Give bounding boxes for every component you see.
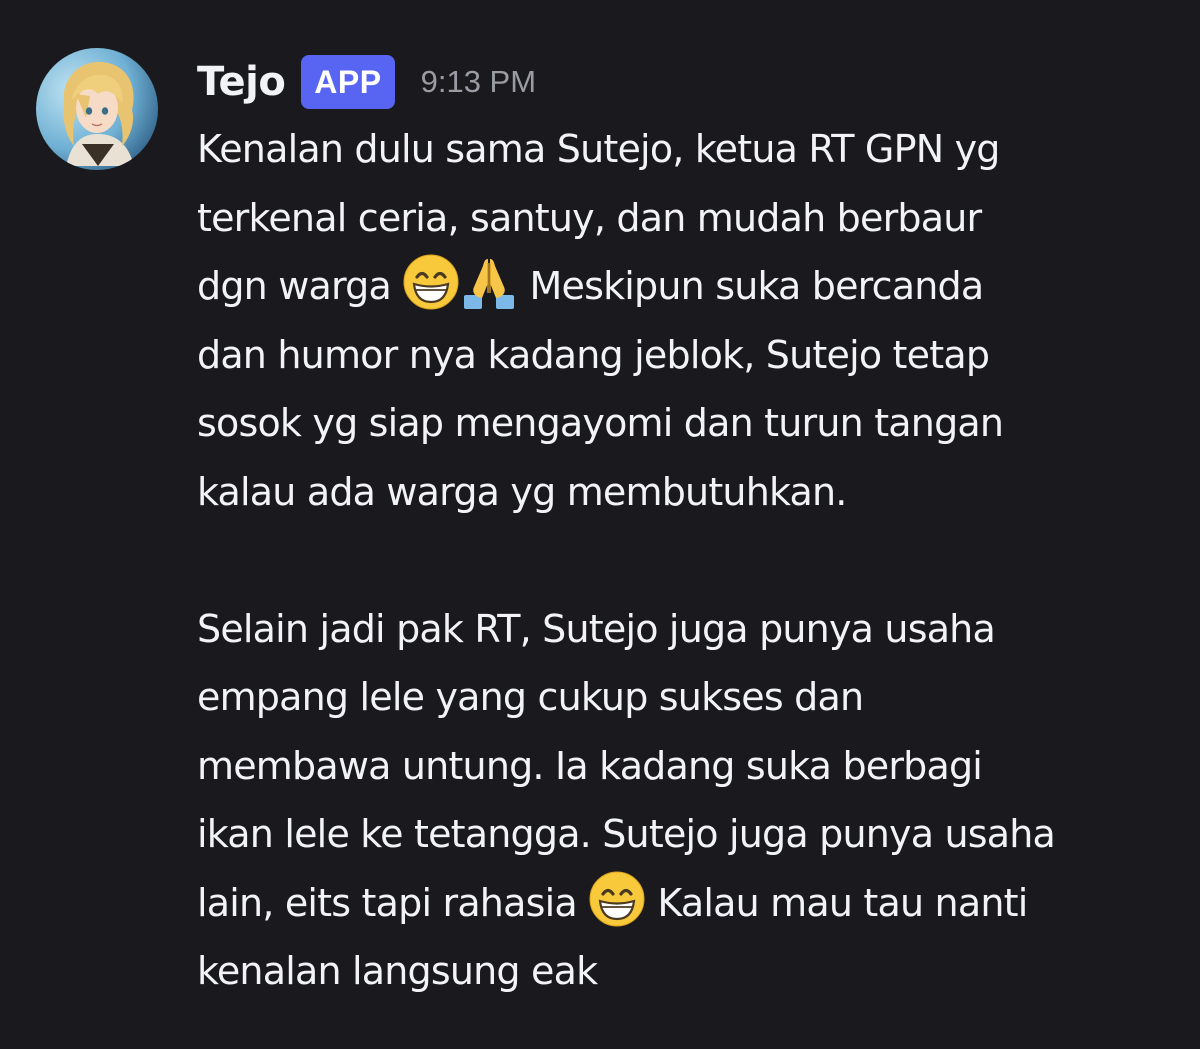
message-line: empang lele yang cukup sukses dan <box>197 675 864 719</box>
message-text: Meskipun suka bercanda <box>529 264 985 308</box>
timestamp: 9:13 PM <box>420 64 537 99</box>
message-line: lain, eits tapi rahasia Kalau mau tau na… <box>197 869 1187 938</box>
message-line: ikan lele ke tetangga. Sutejo juga punya… <box>197 812 1056 856</box>
message-line: dan humor nya kadang jeblok, Sutejo teta… <box>197 332 990 377</box>
message-line: kalau ada warga yg membutuhkan. <box>197 469 847 514</box>
message-line: Kenalan dulu sama Sutejo, ketua RT GPN y… <box>197 127 1000 171</box>
folded-hands-icon[interactable] <box>460 253 518 311</box>
message-line: terkenal ceria, santuy, dan mudah berbau… <box>197 195 982 240</box>
message-line: dgn warga Meskipun suka bercanda <box>197 252 1187 321</box>
message-text: Kalau mau tau nanti <box>657 880 1028 925</box>
avatar[interactable] <box>36 48 158 170</box>
grinning-face-icon[interactable] <box>402 253 460 311</box>
message-line: kenalan langsung eak <box>197 949 598 993</box>
message-text: dgn warga <box>197 264 392 308</box>
author-name[interactable]: Tejo <box>197 59 286 105</box>
message-line: membawa untung. Ia kadang suka berbagi <box>197 743 983 788</box>
message-text: lain, eits tapi rahasia <box>197 880 578 925</box>
message-line: Selain jadi pak RT, Sutejo juga punya us… <box>197 606 996 651</box>
message-header: Tejo APP 9:13 PM <box>197 52 536 112</box>
message-content: Kenalan dulu sama Sutejo, ketua RT GPN y… <box>197 115 1187 1006</box>
chat-message: Tejo APP 9:13 PM Kenalan dulu sama Sutej… <box>0 0 1200 1049</box>
grinning-face-icon[interactable] <box>588 870 646 928</box>
anime-character-avatar-icon <box>36 48 158 170</box>
app-badge: APP <box>301 55 395 109</box>
message-line: sosok yg siap mengayomi dan turun tangan <box>197 401 1004 445</box>
